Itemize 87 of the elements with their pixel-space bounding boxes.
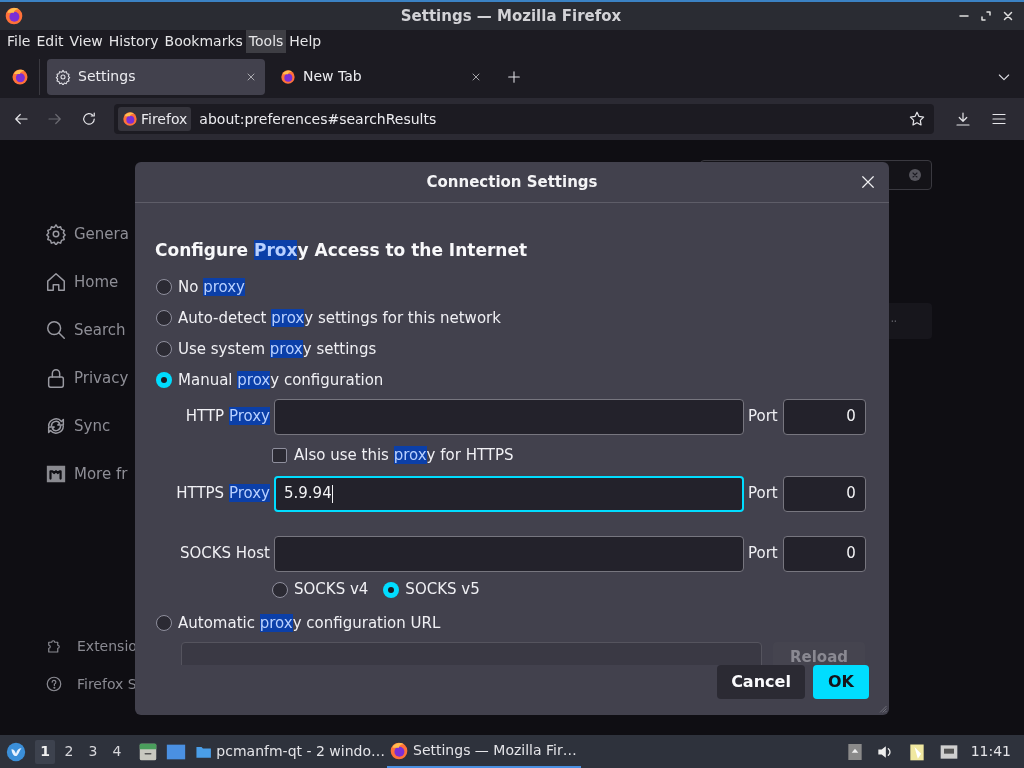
menu-item[interactable]: Edit	[33, 30, 67, 53]
eject-icon	[846, 741, 863, 762]
input-field[interactable]: 5.9.94	[274, 475, 744, 512]
sidebar-item[interactable]: Genera	[45, 222, 135, 246]
maximize-icon	[980, 10, 992, 22]
firefox-logo-icon	[122, 111, 138, 127]
ok-button[interactable]: OK	[813, 665, 869, 699]
firefox-logo-icon	[10, 67, 29, 86]
tab-label: Settings	[78, 67, 136, 86]
dialog-title: Connection Settings	[426, 171, 598, 193]
checkbox[interactable]	[272, 447, 287, 463]
star-icon	[908, 110, 926, 128]
field-label: Port	[748, 543, 778, 565]
workspace-button[interactable]: 4	[107, 739, 127, 764]
close-icon	[1002, 10, 1014, 22]
close-icon[interactable]	[859, 173, 877, 191]
sidebar-item[interactable]: Home	[45, 270, 135, 294]
identity-label: Firefox	[141, 109, 188, 129]
radio-button[interactable]	[156, 372, 172, 388]
firefox-logo-icon	[389, 740, 409, 761]
firefox-logo-icon	[4, 6, 24, 26]
workspace-button[interactable]: 1	[35, 739, 55, 764]
tab-label: New Tab	[303, 67, 362, 86]
sidebar-item[interactable]: Sync	[45, 414, 135, 438]
menu-item[interactable]: History	[105, 30, 162, 53]
search-icon	[45, 319, 67, 341]
section-heading: Configure Proxy Access to the Internet	[155, 239, 528, 262]
settings-icon	[55, 68, 71, 85]
resize-grip-icon	[877, 703, 887, 713]
sidebar-item[interactable]: Search	[45, 318, 135, 342]
download-icon	[954, 110, 972, 128]
firefox-logo-icon	[280, 68, 296, 85]
sidebar-item[interactable]: Privacy	[45, 366, 135, 390]
field-label: HTTP Proxy	[184, 406, 270, 428]
letter-m-icon	[45, 463, 67, 485]
gear-icon	[45, 223, 67, 245]
radio-button[interactable]	[156, 615, 172, 631]
input-field[interactable]	[274, 398, 744, 435]
sync-icon	[45, 415, 67, 437]
workspace-button[interactable]: 3	[83, 739, 103, 764]
workspace-button[interactable]: 2	[59, 739, 79, 764]
field-label: Port	[748, 483, 778, 505]
radio-button[interactable]	[156, 341, 172, 357]
taskbar-task[interactable]: Settings — Mozilla Fir…	[387, 735, 581, 768]
radio-button[interactable]	[156, 279, 172, 295]
dots-icon	[889, 318, 899, 324]
url-text: about:preferences#searchResults	[199, 109, 437, 129]
port-field[interactable]: 0	[782, 535, 866, 572]
tab[interactable]: Settings	[47, 58, 265, 95]
checkbox-label: Also use this proxy for HTTPS	[294, 444, 514, 466]
help-icon	[45, 675, 63, 693]
sidebar-item[interactable]: Firefox S	[45, 674, 135, 694]
sidebar-item[interactable]: More fr	[45, 462, 135, 486]
radio-label: Auto-detect proxy settings for this network	[178, 307, 501, 329]
tab[interactable]: New Tab	[272, 58, 490, 95]
clock: 11:41	[970, 742, 1011, 761]
home-icon	[45, 271, 67, 293]
radio-button[interactable]	[156, 310, 172, 326]
menu-item[interactable]: File	[4, 30, 34, 53]
radio-label: Automatic proxy configuration URL	[178, 612, 441, 634]
radio-label: No proxy	[178, 276, 245, 298]
cancel-button[interactable]: Cancel	[717, 665, 805, 699]
menu-item[interactable]: View	[66, 30, 106, 53]
radio-button[interactable]	[383, 581, 400, 598]
menu-item[interactable]: Tools	[245, 30, 287, 53]
radio-label: Use system proxy settings	[178, 338, 377, 360]
port-field[interactable]: 0	[782, 475, 866, 512]
radio-label: SOCKS v5	[405, 579, 480, 601]
address-bar[interactable]: Firefox about:preferences#searchResults	[114, 104, 934, 134]
field-label: HTTPS Proxy	[175, 483, 270, 505]
menu-item[interactable]: Bookmarks	[161, 30, 246, 53]
window-title: Settings — Mozilla Firefox	[400, 5, 622, 27]
input-field[interactable]	[274, 535, 744, 572]
clear-icon	[907, 167, 923, 183]
radio-label: SOCKS v4	[294, 579, 369, 601]
puzzle-icon	[45, 637, 63, 655]
menu-item[interactable]: Help	[286, 30, 325, 53]
field-label: Port	[748, 406, 778, 428]
identity-chip[interactable]: Firefox	[118, 107, 192, 131]
radio-label: Manual proxy configuration	[178, 369, 384, 391]
new-tab-icon	[506, 68, 522, 85]
port-field[interactable]: 0	[782, 398, 866, 435]
field-label: SOCKS Host	[178, 543, 270, 565]
taskbar-task[interactable]: pcmanfm-qt - 2 windo…	[193, 735, 387, 768]
start-menu-icon	[5, 740, 27, 763]
radio-button[interactable]	[272, 581, 288, 598]
padlock-icon	[45, 367, 67, 389]
